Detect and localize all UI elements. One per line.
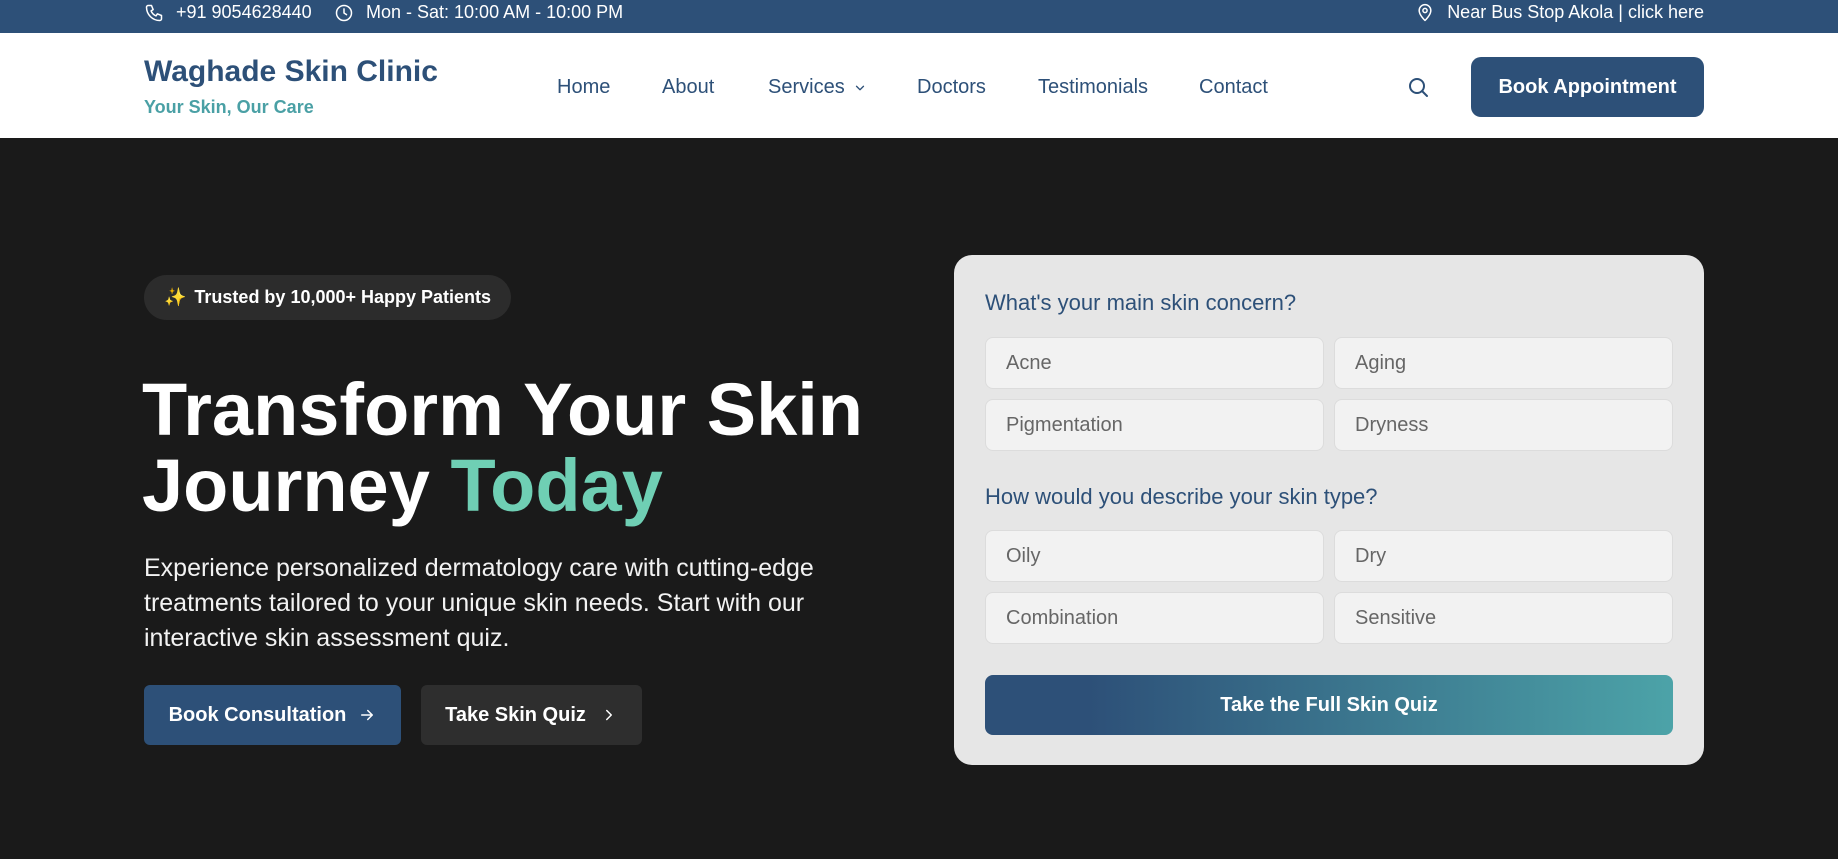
phone-number: +91 9054628440 — [176, 2, 312, 22]
hero-headline: Transform Your Skin Journey Today — [142, 372, 863, 524]
headline-line-2: Journey Today — [142, 448, 863, 524]
take-skin-quiz-button[interactable]: Take Skin Quiz — [421, 685, 642, 745]
book-appointment-button[interactable]: Book Appointment — [1471, 57, 1704, 117]
nav-contact[interactable]: Contact — [1199, 76, 1268, 99]
nav-doctors-label: Doctors — [917, 76, 986, 98]
take-skin-quiz-label: Take Skin Quiz — [445, 703, 586, 726]
nav-about[interactable]: About — [662, 76, 714, 99]
skin-type-question: How would you describe your skin type? — [985, 484, 1378, 509]
nav-about-label: About — [662, 76, 715, 98]
nav-home-label: Home — [557, 76, 611, 98]
nav-services-label: Services — [768, 76, 845, 98]
option-oily[interactable]: Oily — [985, 530, 1324, 582]
option-dry[interactable]: Dry — [1334, 530, 1673, 582]
nav-testimonials[interactable]: Testimonials — [1038, 76, 1148, 99]
concern-question: What's your main skin concern? — [985, 290, 1297, 315]
option-acne[interactable]: Acne — [985, 337, 1324, 389]
hours-text: Mon - Sat: 10:00 AM - 10:00 PM — [366, 2, 624, 22]
brand-name[interactable]: Waghade Skin Clinic — [144, 55, 438, 89]
option-sensitive[interactable]: Sensitive — [1334, 592, 1673, 644]
book-consultation-button[interactable]: Book Consultation — [144, 685, 401, 745]
phone-icon — [145, 4, 163, 21]
nav-home[interactable]: Home — [557, 76, 610, 99]
option-aging[interactable]: Aging — [1334, 337, 1673, 389]
chevron-right-icon — [605, 709, 612, 721]
trust-badge: ✨ Trusted by 10,000+ Happy Patients — [144, 275, 512, 320]
top-info-bar: +91 9054628440 Mon - Sat: 10:00 AM - 10:… — [0, 0, 1838, 33]
option-dryness[interactable]: Dryness — [1334, 399, 1673, 451]
brand-tagline: Your Skin, Our Care — [144, 97, 314, 117]
headline-line-2-text: Journey — [142, 444, 451, 527]
option-combination[interactable]: Combination — [985, 592, 1324, 644]
hero-description: Experience personalized dermatology care… — [144, 554, 814, 652]
arrow-right-icon — [361, 709, 374, 721]
nav-doctors[interactable]: Doctors — [917, 76, 986, 99]
nav-contact-label: Contact — [1199, 76, 1268, 98]
location-link[interactable]: Near Bus Stop Akola | click here — [1415, 0, 1704, 25]
map-pin-icon — [1418, 3, 1432, 21]
headline-line-1: Transform Your Skin — [142, 368, 863, 451]
phone-contact[interactable]: +91 9054628440 — [144, 0, 312, 25]
trust-badge-text: Trusted by 10,000+ Happy Patients — [194, 287, 492, 307]
main-header: Waghade Skin Clinic Your Skin, Our Care … — [0, 33, 1838, 138]
book-consultation-label: Book Consultation — [168, 703, 347, 726]
clock-icon — [335, 4, 353, 21]
skin-quiz-card: What's your main skin concern? Acne Agin… — [954, 255, 1704, 765]
option-pigmentation[interactable]: Pigmentation — [985, 399, 1324, 451]
opening-hours: Mon - Sat: 10:00 AM - 10:00 PM — [334, 0, 623, 25]
take-full-quiz-button[interactable]: Take the Full Skin Quiz — [985, 675, 1673, 735]
nav-services[interactable]: Services — [768, 76, 867, 99]
nav-testimonials-label: Testimonials — [1038, 76, 1149, 98]
sparkles-icon: ✨ — [164, 287, 187, 307]
search-button[interactable] — [1404, 73, 1432, 101]
search-icon — [1409, 78, 1428, 97]
chevron-down-icon — [855, 85, 864, 90]
headline-accent: Today — [450, 444, 663, 527]
location-text: Near Bus Stop Akola | click here — [1447, 2, 1704, 22]
